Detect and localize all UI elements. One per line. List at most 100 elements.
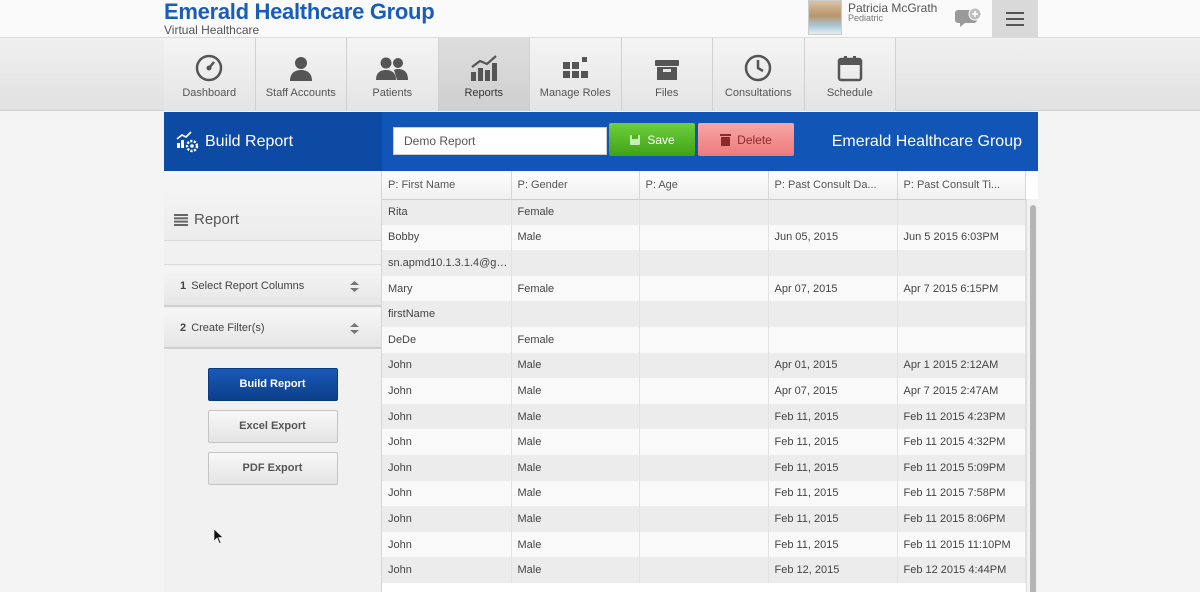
table-cell: sn.apmd10.1.3.1.4@gm... xyxy=(382,250,512,276)
step-number: 2 xyxy=(180,322,187,334)
save-label: Save xyxy=(647,132,675,147)
table-row[interactable]: John Male Feb 11, 2015 Feb 11 2015 7:58PM xyxy=(382,480,1026,507)
table-cell: Male xyxy=(511,378,640,404)
avatar[interactable] xyxy=(808,0,842,35)
table-cell: Male xyxy=(511,480,640,507)
save-icon xyxy=(630,134,641,145)
table-cell: Male xyxy=(511,557,640,583)
table-cell: Apr 1 2015 2:12AM xyxy=(897,352,1026,379)
table-row[interactable]: DeDe Female xyxy=(382,326,1026,353)
column-header[interactable]: P: First Name xyxy=(382,171,512,200)
table-row[interactable]: John Male Feb 11, 2015 Feb 11 2015 11:10PM xyxy=(382,531,1026,558)
table-cell: Feb 11, 2015 xyxy=(768,480,898,507)
table-row[interactable]: John Male Feb 11, 2015 Feb 11 2015 4:32PM xyxy=(382,429,1026,455)
nav-dashboard[interactable]: Dashboard xyxy=(164,38,256,111)
pdf-export-button[interactable]: PDF Export xyxy=(207,452,338,485)
table-cell: Male xyxy=(511,403,640,430)
person-icon xyxy=(289,57,312,81)
table-cell: firstName xyxy=(382,301,512,327)
table-row[interactable]: John Male Apr 07, 2015 Apr 7 2015 2:47AM xyxy=(382,378,1026,404)
scrollbar-thumb[interactable] xyxy=(1030,205,1036,592)
column-header[interactable]: P: Gender xyxy=(511,171,640,200)
table-cell: Male xyxy=(511,506,640,532)
table-cell: Feb 11 2015 4:23PM xyxy=(897,403,1026,430)
table-cell xyxy=(639,557,769,583)
table-row[interactable]: sn.apmd10.1.3.1.4@gm... xyxy=(382,250,1026,276)
report-section-header: Report xyxy=(164,171,381,241)
nav-label: Consultations xyxy=(724,87,792,99)
table-row[interactable]: John Male Apr 01, 2015 Apr 1 2015 2:12AM xyxy=(382,352,1026,379)
table-cell xyxy=(897,326,1026,353)
table-row[interactable]: Rita Female xyxy=(382,199,1026,225)
table-cell xyxy=(639,403,769,430)
report-name-input[interactable] xyxy=(393,127,607,155)
table-cell: Feb 11 2015 7:58PM xyxy=(897,480,1026,507)
column-header[interactable]: P: Past Consult Ti... xyxy=(897,171,1026,200)
table-row[interactable]: John Male Feb 12, 2015 Feb 12 2015 4:44PM xyxy=(382,557,1026,583)
nav-label: Patients xyxy=(372,87,413,99)
table-scrollbar[interactable] xyxy=(1026,199,1038,592)
table-cell: Feb 11 2015 8:06PM xyxy=(897,506,1026,532)
table-row[interactable]: Mary Female Apr 07, 2015 Apr 7 2015 6:15PM xyxy=(382,275,1026,302)
table-cell: Feb 11, 2015 xyxy=(768,454,898,481)
report-toolbar: Build Report Save Delete Emerald Healthc… xyxy=(164,112,1038,171)
table-row[interactable]: John Male Feb 11, 2015 Feb 11 2015 5:09PM xyxy=(382,454,1026,481)
delete-button[interactable]: Delete xyxy=(698,123,794,156)
report-table: P: First Name P: Gender P: Age P: Past C… xyxy=(382,171,1038,592)
hamburger-menu-icon[interactable] xyxy=(992,0,1038,38)
table-cell xyxy=(639,199,769,225)
table-cell: Apr 01, 2015 xyxy=(768,352,898,379)
table-cell xyxy=(897,301,1026,327)
roles-icon xyxy=(563,57,589,78)
table-row[interactable]: firstName xyxy=(382,301,1026,327)
excel-export-button[interactable]: Excel Export xyxy=(207,410,338,443)
build-report-button[interactable]: Build Report xyxy=(207,368,338,401)
table-row[interactable]: John Male Feb 11, 2015 Feb 11 2015 8:06PM xyxy=(382,506,1026,532)
table-cell xyxy=(639,224,769,251)
table-cell: Female xyxy=(511,199,640,225)
column-header[interactable]: P: Age xyxy=(639,171,769,200)
step-create-filters[interactable]: 2 Create Filter(s) xyxy=(164,309,381,349)
table-row[interactable]: Bobby Male Jun 05, 2015 Jun 5 2015 6:03PM xyxy=(382,224,1026,251)
build-report-header: Build Report xyxy=(164,112,382,171)
report-settings-icon xyxy=(176,131,199,153)
table-cell: Feb 12, 2015 xyxy=(768,557,898,583)
table-cell xyxy=(511,250,640,276)
table-cell xyxy=(639,250,769,276)
nav-label: Files xyxy=(655,87,679,99)
table-cell: John xyxy=(382,531,512,558)
brand[interactable]: Emerald Healthcare Group Virtual Healthc… xyxy=(164,0,435,37)
table-cell: Apr 07, 2015 xyxy=(768,275,898,302)
chat-add-icon[interactable] xyxy=(955,6,983,30)
step-label: Create Filter(s) xyxy=(191,322,265,334)
nav-staff-accounts[interactable]: Staff Accounts xyxy=(255,38,347,111)
step-label: Select Report Columns xyxy=(191,280,305,292)
nav-files[interactable]: Files xyxy=(621,38,713,111)
nav-label: Reports xyxy=(464,87,504,99)
nav-consultations[interactable]: Consultations xyxy=(713,38,805,111)
delete-label: Delete xyxy=(737,132,772,147)
table-cell xyxy=(639,506,769,532)
table-cell: Rita xyxy=(382,199,512,225)
nav-label: Staff Accounts xyxy=(265,87,336,99)
table-cell: John xyxy=(382,480,512,507)
nav-patients[interactable]: Patients xyxy=(347,38,439,111)
chart-icon xyxy=(470,55,497,81)
report-builder-panel: Report 1 Select Report Columns 2 Create … xyxy=(164,171,382,592)
table-cell: Male xyxy=(511,454,640,481)
table-cell: DeDe xyxy=(382,326,512,353)
column-header[interactable]: P: Past Consult Da... xyxy=(768,171,898,200)
nav-manage-roles[interactable]: Manage Roles xyxy=(530,38,622,111)
table-row[interactable]: John Male Feb 11, 2015 Feb 11 2015 4:23PM xyxy=(382,403,1026,430)
step-select-columns[interactable]: 1 Select Report Columns xyxy=(164,267,381,307)
table-cell xyxy=(511,301,640,327)
archive-icon xyxy=(654,60,679,80)
table-cell: Feb 11, 2015 xyxy=(768,506,898,532)
save-button[interactable]: Save xyxy=(609,123,695,156)
nav-reports[interactable]: Reports xyxy=(438,38,530,111)
table-cell xyxy=(639,531,769,558)
nav-schedule[interactable]: Schedule xyxy=(804,38,896,111)
table-cell: Feb 11, 2015 xyxy=(768,531,898,558)
org-name: Emerald Healthcare Group xyxy=(831,133,1022,150)
table-cell: Male xyxy=(511,224,640,251)
